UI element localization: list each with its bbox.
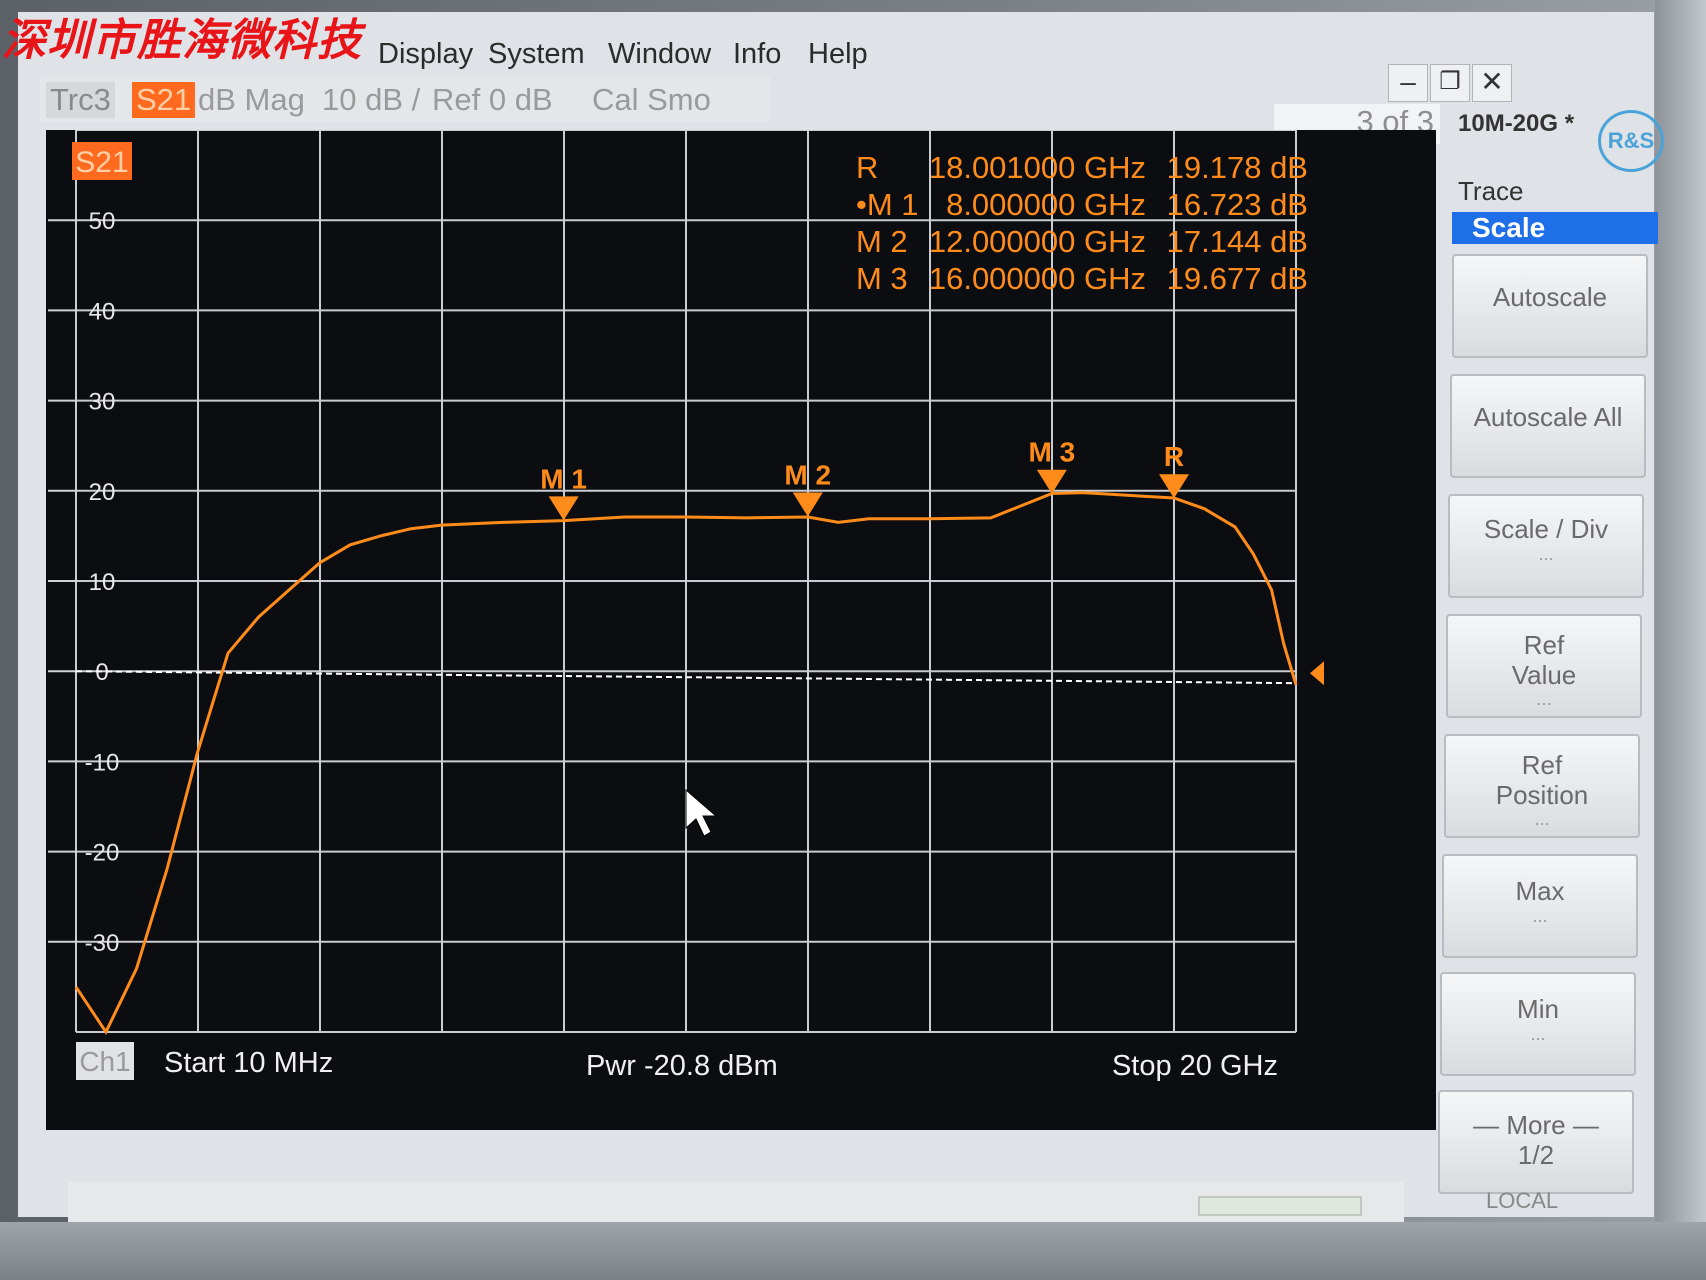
marker-info-freq: 12.000000 GHz [929,224,1146,259]
marker-label: M 2 [784,460,831,491]
min-label: Min [1517,994,1559,1024]
y-tick-label: 50 [89,208,116,235]
autoscale-all-label: Autoscale All [1473,402,1623,432]
y-tick-label: 0 [95,659,108,686]
marker-info-value: 19.677 dB [1167,261,1308,296]
max-dots: ... [1532,906,1548,926]
marker-info-value: 16.723 dB [1167,187,1308,222]
monitor-side [1655,0,1706,1280]
mouse-cursor-icon [685,788,718,837]
marker-label: M 1 [540,463,587,494]
max-button[interactable]: Max ... [1442,854,1638,958]
marker-label: M 3 [1029,437,1076,468]
ref-value-dots: ... [1536,689,1552,709]
marker-info-name: •M 1 [856,187,919,222]
scale-div-label: Scale / Div [1483,514,1609,544]
menu-display[interactable]: Display [378,38,473,71]
start-frequency: Start 10 MHz [164,1047,333,1079]
close-icon[interactable]: ✕ [1472,64,1512,102]
y-tick-label: -20 [85,840,120,867]
max-label: Max [1515,876,1565,906]
softkey-group-trace[interactable]: Trace [1458,176,1524,207]
reference-marker-icon [1310,661,1324,686]
autoscale-all-button[interactable]: Autoscale All [1450,374,1646,478]
min-dots: ... [1530,1024,1546,1044]
autoscale-label: Autoscale [1492,282,1608,312]
marker-triangle-icon [1159,474,1189,499]
y-tick-label: 10 [89,569,116,596]
y-tick-label: 30 [89,389,116,416]
restore-icon[interactable]: ❐ [1430,64,1470,102]
y-tick-label: -30 [85,930,120,957]
watermark-text: 深圳市胜海微科技 [2,15,362,66]
ref-value-label: Ref Value [1511,630,1577,690]
y-tick-label: -10 [85,749,120,776]
y-tick-label: 20 [89,479,116,506]
trace-scale[interactable]: 10 dB / [322,82,420,118]
channel-tag: Ch1 [79,1046,130,1077]
softkey-group-scale[interactable]: Scale [1452,212,1658,244]
min-button[interactable]: Min ... [1440,972,1636,1076]
marker-info-value: 17.144 dB [1167,224,1308,259]
y-tick-label: 40 [89,298,116,325]
menu-info[interactable]: Info [733,38,781,71]
marker-info-name: R [856,150,878,185]
trace-name[interactable]: Trc3 [46,82,115,118]
diagram-area[interactable]: 50 40 30 20 10 0 -10 -20 -30 S21 M 1M 2M 3 R R 18.001… [46,130,1436,1130]
marker-info-value: 19.178 dB [1167,150,1308,185]
more-label: — More — 1/2 [1473,1110,1599,1170]
marker-info-name: M 3 [856,261,908,296]
marker-triangle-icon [548,496,579,521]
minimize-icon[interactable]: – [1388,64,1428,102]
ref-value-button[interactable]: Ref Value ... [1446,614,1642,718]
trace-info-bar: Trc3 S21 dB Mag 10 dB / Ref 0 dB Cal Smo [40,76,770,122]
marker-info-freq: 16.000000 GHz [929,261,1146,296]
setup-name: 10M-20G * [1458,110,1575,137]
marker-info-freq: 8.000000 GHz [946,187,1146,222]
marker-label: R [1164,441,1184,472]
menu-help[interactable]: Help [808,38,868,71]
monitor-bottom-bezel [0,1222,1706,1280]
softkey-panel: 10M-20G * R&S Trace Scale Autoscale Auto… [1438,104,1664,1234]
marker-triangle-icon [792,492,823,517]
trace-cal[interactable]: Cal Smo [592,82,711,118]
ref-position-label: Ref Position [1495,750,1589,810]
menu-system[interactable]: System [488,38,585,71]
stop-frequency: Stop 20 GHz [1112,1050,1278,1082]
progress-indicator [1198,1196,1362,1216]
autoscale-button[interactable]: Autoscale [1452,254,1648,358]
s21-chart: 50403020100-10-20-30S21M 1M 2M 3 RR 18.001… [46,130,1436,1095]
analyzer-screen: Display System Window Info Help – ❐ ✕ Tr… [18,12,1664,1226]
power-level: Pwr -20.8 dBm [586,1050,778,1082]
trace-format[interactable]: dB Mag [198,82,305,118]
marker-info-freq: 18.001000 GHz [929,150,1146,185]
ref-position-button[interactable]: Ref Position ... [1444,734,1640,838]
rs-logo-icon: R&S [1598,110,1664,172]
ref-position-dots: ... [1534,809,1550,829]
scale-div-dots: ... [1538,544,1554,564]
trace-tag: S21 [75,146,128,179]
local-status: LOCAL [1486,1188,1559,1213]
trace-ref[interactable]: Ref 0 dB [432,82,553,118]
marker-info-name: M 2 [856,224,908,259]
scale-div-button[interactable]: Scale / Div ... [1448,494,1644,598]
menu-window[interactable]: Window [608,38,711,71]
trace-measurement[interactable]: S21 [132,82,196,118]
more-button[interactable]: — More — 1/2 [1438,1090,1634,1194]
